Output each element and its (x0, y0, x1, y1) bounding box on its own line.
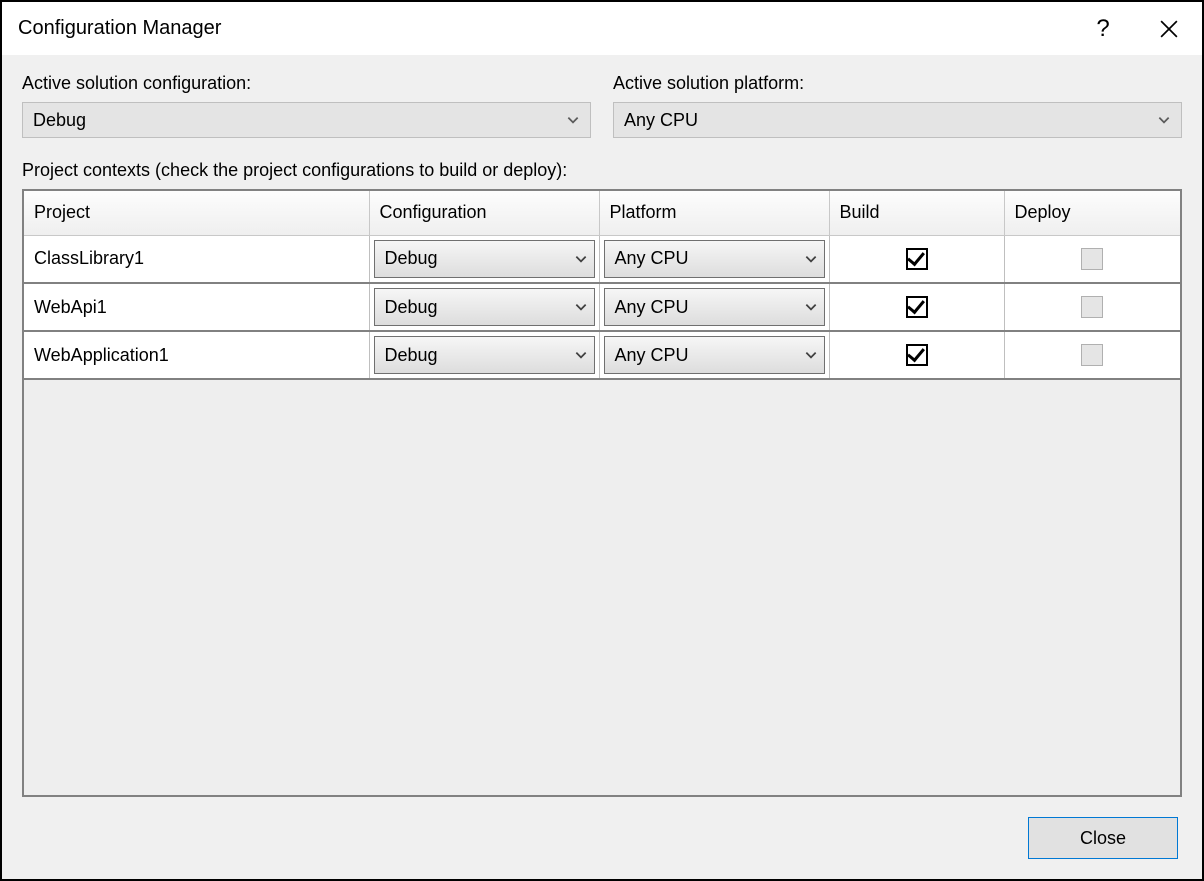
deploy-checkbox (1081, 344, 1103, 366)
dialog-footer: Close (22, 797, 1182, 859)
project-contexts-table: Project Configuration Platform Build Dep… (24, 191, 1180, 380)
row-platform-value: Any CPU (615, 345, 804, 366)
table-row: ClassLibrary1 Debug Any CPU (24, 235, 1180, 283)
deploy-checkbox (1081, 248, 1103, 270)
chevron-down-icon (804, 348, 818, 362)
table-row: WebApplication1 Debug Any CPU (24, 331, 1180, 379)
chevron-down-icon (1157, 113, 1171, 127)
close-button[interactable]: Close (1028, 817, 1178, 859)
row-platform-dropdown[interactable]: Any CPU (604, 336, 825, 374)
row-configuration-value: Debug (385, 297, 574, 318)
window-title: Configuration Manager (18, 17, 1070, 40)
solution-selectors-row: Active solution configuration: Debug Act… (22, 73, 1182, 138)
table-header-row: Project Configuration Platform Build Dep… (24, 191, 1180, 235)
close-button-label: Close (1080, 828, 1126, 849)
close-window-button[interactable] (1136, 2, 1202, 55)
active-configuration-field: Active solution configuration: Debug (22, 73, 591, 138)
chevron-down-icon (574, 348, 588, 362)
active-platform-value: Any CPU (624, 110, 1157, 131)
chevron-down-icon (804, 300, 818, 314)
row-configuration-value: Debug (385, 345, 574, 366)
deploy-checkbox (1081, 296, 1103, 318)
build-checkbox[interactable] (906, 248, 928, 270)
titlebar: Configuration Manager ? (2, 2, 1202, 55)
row-platform-value: Any CPU (615, 297, 804, 318)
project-name: ClassLibrary1 (28, 248, 365, 269)
header-project[interactable]: Project (24, 191, 369, 235)
configuration-manager-dialog: Configuration Manager ? Active solution … (0, 0, 1204, 881)
project-name: WebApplication1 (28, 345, 365, 366)
project-name: WebApi1 (28, 297, 365, 318)
row-platform-value: Any CPU (615, 248, 804, 269)
row-platform-dropdown[interactable]: Any CPU (604, 288, 825, 326)
dialog-content: Active solution configuration: Debug Act… (2, 55, 1202, 879)
table-row: WebApi1 Debug Any CPU (24, 283, 1180, 331)
row-configuration-dropdown[interactable]: Debug (374, 336, 595, 374)
project-contexts-table-container: Project Configuration Platform Build Dep… (22, 189, 1182, 797)
header-deploy[interactable]: Deploy (1004, 191, 1180, 235)
chevron-down-icon (574, 300, 588, 314)
chevron-down-icon (566, 113, 580, 127)
header-config[interactable]: Configuration (369, 191, 599, 235)
active-configuration-label: Active solution configuration: (22, 73, 591, 94)
project-contexts-label: Project contexts (check the project conf… (22, 160, 1182, 181)
active-configuration-dropdown[interactable]: Debug (22, 102, 591, 138)
active-platform-dropdown[interactable]: Any CPU (613, 102, 1182, 138)
active-platform-field: Active solution platform: Any CPU (613, 73, 1182, 138)
active-platform-label: Active solution platform: (613, 73, 1182, 94)
row-platform-dropdown[interactable]: Any CPU (604, 240, 825, 278)
active-configuration-value: Debug (33, 110, 566, 131)
help-icon: ? (1096, 15, 1109, 43)
chevron-down-icon (804, 252, 818, 266)
header-build[interactable]: Build (829, 191, 1004, 235)
row-configuration-dropdown[interactable]: Debug (374, 240, 595, 278)
close-icon (1160, 20, 1178, 38)
help-button[interactable]: ? (1070, 2, 1136, 55)
row-configuration-dropdown[interactable]: Debug (374, 288, 595, 326)
chevron-down-icon (574, 252, 588, 266)
header-platform[interactable]: Platform (599, 191, 829, 235)
build-checkbox[interactable] (906, 296, 928, 318)
row-configuration-value: Debug (385, 248, 574, 269)
build-checkbox[interactable] (906, 344, 928, 366)
